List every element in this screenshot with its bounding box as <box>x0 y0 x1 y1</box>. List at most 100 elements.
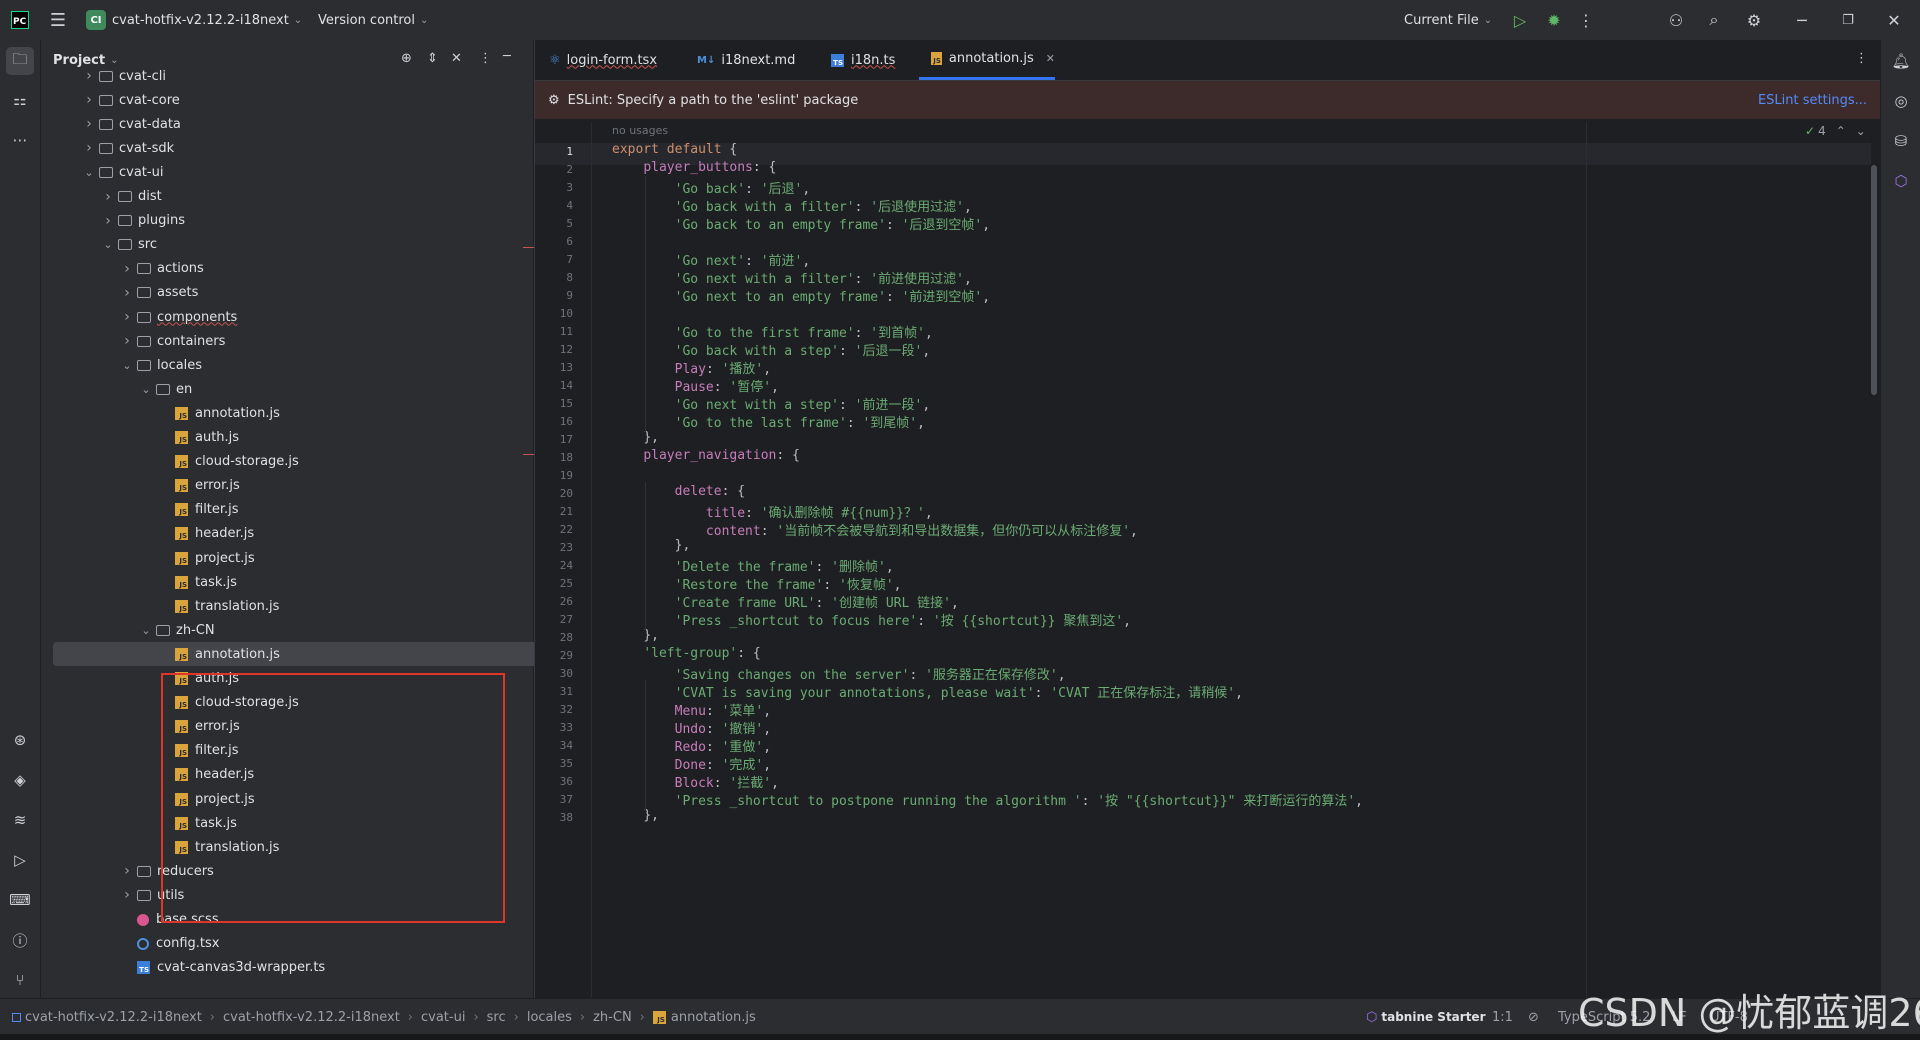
code-line[interactable]: 'Go to the last frame': '到尾帧', <box>612 412 925 431</box>
run-icon[interactable]: ▷ <box>1508 0 1532 40</box>
chevron-right-icon[interactable]: › <box>121 887 133 903</box>
code-line[interactable]: 'Delete the frame': '删除帧', <box>612 556 894 575</box>
tree-file[interactable]: TS cvat-canvas3d-wrapper.ts <box>53 956 563 980</box>
more-tools-icon[interactable]: ⋯ <box>6 126 34 154</box>
code-line[interactable]: Menu: '菜单', <box>612 700 771 719</box>
code-line[interactable]: export default { <box>612 142 737 157</box>
breadcrumb-item[interactable]: annotation.js <box>671 1010 756 1025</box>
more-actions-icon[interactable]: ⋮ <box>1576 0 1596 40</box>
project-folder-icon[interactable]: 🗀 <box>6 47 34 75</box>
tree-folder[interactable]: › cvat-data <box>53 112 563 136</box>
code-line[interactable]: title: '确认删除帧 #{{num}}？', <box>612 502 933 521</box>
code-line[interactable]: Done: '完成', <box>612 754 771 773</box>
no-edit-icon[interactable]: ⊘ <box>1528 1010 1539 1025</box>
services-icon[interactable]: ▷ <box>6 846 34 874</box>
inspection-widget[interactable]: ✓ 4 ⌃ ⌄ <box>1805 124 1866 138</box>
chevron-right-icon[interactable]: › <box>121 285 133 301</box>
breadcrumb-item[interactable]: src <box>487 1010 506 1025</box>
chevron-right-icon[interactable]: › <box>102 189 114 205</box>
code-line[interactable]: 'Press _shortcut to focus here': '按 {{sh… <box>612 610 1131 629</box>
plugin-cube-icon[interactable]: ⬡ <box>1887 167 1915 195</box>
chevron-down-icon[interactable]: ⌄ <box>121 359 133 372</box>
run-config-selector[interactable]: Current File ⌄ <box>1404 0 1492 40</box>
tab-login-form[interactable]: ⚛ login-form.tsx <box>549 40 657 80</box>
tab-annotation-js[interactable]: JS annotation.js ✕ <box>919 40 1055 80</box>
tab-i18next-md[interactable]: M↓ i18next.md <box>697 40 795 80</box>
tree-file[interactable]: JS auth.js <box>53 426 563 450</box>
ai-assistant-icon[interactable]: ◎ <box>1887 87 1915 115</box>
code-line[interactable]: }, <box>612 430 659 445</box>
code-line[interactable]: player_buttons: { <box>612 160 776 175</box>
tree-folder[interactable]: ⌄ en <box>53 377 563 401</box>
chevron-down-icon[interactable]: ⌄ <box>83 166 95 179</box>
tree-file[interactable]: JS task.js <box>53 570 563 594</box>
caret-position[interactable]: 1:1 <box>1492 1010 1513 1025</box>
code-line[interactable]: 'Go back with a step': '后退一段', <box>612 340 931 359</box>
code-line[interactable]: Pause: '暂停', <box>612 376 779 395</box>
code-line[interactable]: 'Go next': '前进', <box>612 250 811 269</box>
mascot-plugin-icon[interactable]: ◈ <box>6 766 34 794</box>
tree-folder[interactable]: › assets <box>53 281 563 305</box>
project-switcher[interactable]: CI cvat-hotfix-v2.12.2-i18next ⌄ <box>86 0 302 40</box>
version-control-menu[interactable]: Version control ⌄ <box>318 0 428 40</box>
tree-folder[interactable]: › actions <box>53 257 563 281</box>
close-window-icon[interactable]: ✕ <box>1882 0 1906 40</box>
tree-file[interactable]: JS annotation.js <box>53 401 563 425</box>
editor-scrollbar[interactable] <box>1871 165 1877 395</box>
problems-icon[interactable]: ⓘ <box>6 926 34 954</box>
tree-folder[interactable]: › cvat-sdk <box>53 136 563 160</box>
code-line[interactable]: 'Go back with a filter': '后退使用过滤', <box>612 196 972 215</box>
chevron-right-icon[interactable]: › <box>121 309 133 325</box>
code-line[interactable]: 'Press _shortcut to postpone running the… <box>612 790 1363 809</box>
settings-gear-icon[interactable]: ⚙ <box>1742 0 1766 40</box>
chevron-right-icon[interactable]: › <box>121 261 133 277</box>
chevron-down-icon[interactable]: ⌄ <box>1856 124 1866 138</box>
restore-window-icon[interactable]: ❐ <box>1836 0 1860 40</box>
tree-folder[interactable]: ⌄ zh-CN <box>53 618 563 642</box>
terminal-icon[interactable]: ⌨ <box>6 886 34 914</box>
code-line[interactable]: content: '当前帧不会被导航到和导出数据集，但你仍可以从标注修复', <box>612 520 1138 539</box>
code-line[interactable]: Block: '拦截', <box>612 772 779 791</box>
layers-icon[interactable]: ≋ <box>6 806 34 834</box>
code-line[interactable]: Redo: '重做', <box>612 736 771 755</box>
breadcrumb-item[interactable]: locales <box>527 1010 572 1025</box>
tab-options-icon[interactable]: ⋮ <box>1855 51 1868 66</box>
main-menu-icon[interactable]: ☰ <box>46 0 70 40</box>
notifications-icon[interactable]: 🔔︎ <box>1887 47 1915 75</box>
code-line[interactable]: 'left-group': { <box>612 646 760 661</box>
code-line[interactable]: }, <box>612 628 659 643</box>
breadcrumb-item[interactable]: zh-CN <box>593 1010 632 1025</box>
tree-file[interactable]: JS cloud-storage.js <box>53 450 563 474</box>
tree-file[interactable]: JS error.js <box>53 474 563 498</box>
tree-folder[interactable]: ⌄ locales <box>53 353 563 377</box>
code-line[interactable]: 'Go next to an empty frame': '前进到空帧', <box>612 286 990 305</box>
git-icon[interactable]: ⑂ <box>6 966 34 994</box>
tree-file[interactable]: JS filter.js <box>53 498 563 522</box>
code-line[interactable]: 'Create frame URL': '创建帧 URL 链接', <box>612 592 959 611</box>
usages-hint[interactable]: no usages <box>612 124 668 137</box>
tree-folder[interactable]: ⌄ src <box>53 233 563 257</box>
tree-folder[interactable]: › containers <box>53 329 563 353</box>
hide-panel-icon[interactable]: ─ <box>503 49 511 64</box>
tab-i18n-ts[interactable]: TS i18n.ts <box>831 40 895 80</box>
database-icon[interactable]: ⛁ <box>1887 127 1915 155</box>
chevron-right-icon[interactable]: › <box>83 116 95 132</box>
tree-file[interactable]: JS translation.js <box>53 594 563 618</box>
chevron-down-icon[interactable]: ⌄ <box>102 238 114 251</box>
code-line[interactable]: 'Go back to an empty frame': '后退到空帧', <box>612 214 990 233</box>
code-line[interactable]: delete: { <box>612 484 745 499</box>
code-line[interactable]: 'Go to the first frame': '到首帧', <box>612 322 933 341</box>
chevron-down-icon[interactable]: ⌄ <box>140 383 152 396</box>
code-line[interactable]: }, <box>612 808 659 823</box>
ide-logo-icon[interactable]: PC <box>8 0 32 40</box>
breadcrumb-item[interactable]: cvat-ui <box>421 1010 465 1025</box>
chevron-right-icon[interactable]: › <box>102 213 114 229</box>
breadcrumb-item[interactable]: cvat-hotfix-v2.12.2-i18next <box>25 1010 202 1025</box>
code-line[interactable]: Undo: '撤销', <box>612 718 771 737</box>
breadcrumb-item[interactable]: cvat-hotfix-v2.12.2-i18next <box>223 1010 400 1025</box>
code-line[interactable]: }, <box>612 538 691 553</box>
minimize-window-icon[interactable]: ─ <box>1790 0 1814 40</box>
tree-folder[interactable]: › cvat-cli <box>53 64 563 88</box>
tree-folder[interactable]: ⌄ cvat-ui <box>53 160 563 184</box>
code-line[interactable]: player_navigation: { <box>612 448 800 463</box>
